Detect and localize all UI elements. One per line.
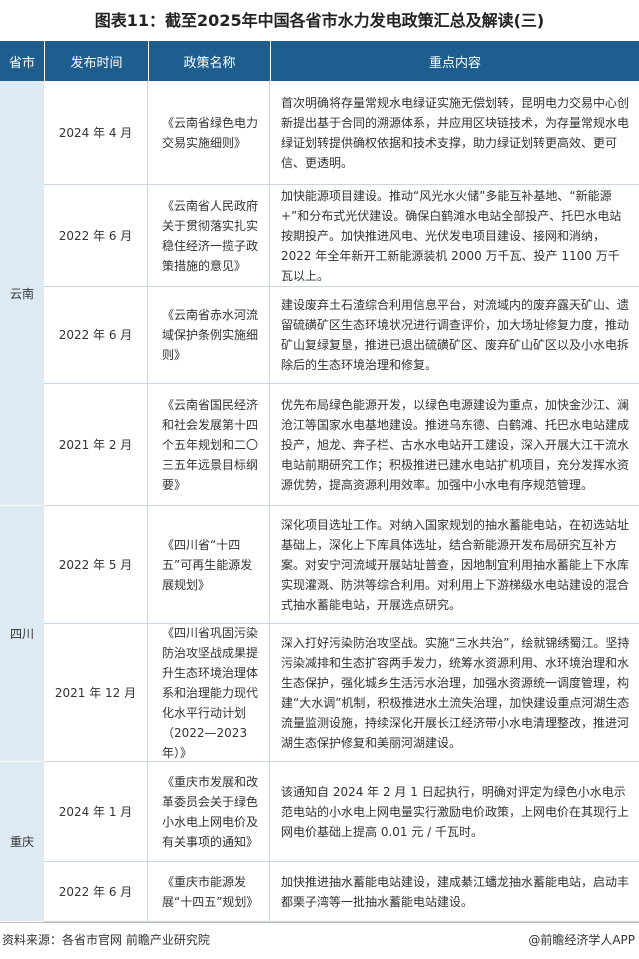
cell-policy-name: 《四川省巩固污染防治攻坚战成果提升生态环境治理体系和治理能力现代化水平行动计划（… [148, 624, 270, 761]
province-cell-sichuan: 四川 [0, 506, 44, 762]
province-cell-yunnan: 云南 [0, 81, 44, 506]
source-note: 资料来源：各省市官网 前瞻产业研究院 [2, 933, 210, 947]
cell-content: 加快推进抽水蓄能电站建设，建成綦江蟠龙抽水蓄能电站，启动丰都栗子湾等一批抽水蓄能… [281, 874, 630, 909]
footer: 资料来源：各省市官网 前瞻产业研究院 @前瞻经济学人APP [0, 922, 639, 959]
header-date: 发布时间 [70, 55, 123, 71]
cell-content: 优先布局绿色能源开发，以绿色电源建设为重点，加快金沙江、澜沧江等国家水电基地建设… [281, 397, 630, 492]
cell-date: 2021 年 12 月 [44, 624, 148, 761]
cell-content: 深化项目选址工作。对纳入国家规划的抽水蓄能电站，在初选站址基础上，深化上下库具体… [281, 517, 630, 612]
table-row: 2022 年 6 月 《云南省赤水河流域保护条例实施细则》 建设废弃土石渣综合利… [44, 287, 639, 384]
cell-policy-name: 《重庆市能源发展“十四五”规划》 [148, 862, 270, 921]
chart-title: 图表11：截至2025年中国各省市水力发电政策汇总及解读(三) [94, 11, 545, 30]
header-province: 省市 [8, 55, 35, 71]
cell-content: 首次明确将存量常规水电绿证实施无偿划转，昆明电力交易中心创新提出基于合同的溯源体… [281, 95, 630, 170]
header-name: 政策名称 [183, 55, 236, 71]
cell-date: 2024 年 4 月 [44, 81, 148, 184]
cell-policy-name: 《四川省“十四五”可再生能源发展规划》 [148, 506, 270, 623]
cell-policy-name: 《云南省国民经济和社会发展第十四个五年规划和二〇三五年远景目标纲要》 [148, 384, 270, 505]
cell-policy-name: 《云南省人民政府关于贯彻落实扎实稳住经济一揽子政策措施的意见》 [148, 185, 270, 286]
cell-policy-name: 《重庆市发展和改革委员会关于绿色小水电上网电价及有关事项的通知》 [148, 762, 270, 861]
cell-content: 深入打好污染防治攻坚战。实施“三水共治”，绘就锦绣蜀江。坚持污染减排和生态扩容两… [281, 635, 630, 750]
cell-date: 2022 年 6 月 [44, 287, 148, 383]
cell-policy-name: 《云南省赤水河流域保护条例实施细则》 [148, 287, 270, 383]
cell-content: 该通知自 2024 年 2 月 1 日起执行，明确对评定为绿色小水电示范电站的小… [281, 784, 630, 839]
cell-content: 加快能源项目建设。推动“风光水火储”多能互补基地、“新能源+”和分布式光伏建设。… [281, 188, 622, 283]
table-row: 2022 年 6 月 《重庆市能源发展“十四五”规划》 加快推进抽水蓄能电站建设… [44, 862, 639, 922]
header-content: 重点内容 [428, 55, 481, 71]
table-row: 2022 年 5 月 《四川省“十四五”可再生能源发展规划》 深化项目选址工作。… [44, 506, 639, 624]
table-row: 2024 年 1 月 《重庆市发展和改革委员会关于绿色小水电上网电价及有关事项的… [44, 762, 639, 862]
table-row: 2022 年 6 月 《云南省人民政府关于贯彻落实扎实稳住经济一揽子政策措施的意… [44, 185, 639, 287]
cell-date: 2024 年 1 月 [44, 762, 148, 861]
cell-date: 2022 年 6 月 [44, 185, 148, 286]
table-header: 省市 发布时间 政策名称 重点内容 [0, 41, 639, 81]
cell-date: 2022 年 6 月 [44, 862, 148, 921]
cell-date: 2022 年 5 月 [44, 506, 148, 623]
brand-credit: @前瞻经济学人APP [528, 933, 635, 947]
table-row: 2021 年 2 月 《云南省国民经济和社会发展第十四个五年规划和二〇三五年远景… [44, 384, 639, 506]
cell-content: 建设废弃土石渣综合利用信息平台，对流域内的废弃露天矿山、遗留硫磺矿区生态环境状况… [281, 298, 630, 372]
cell-policy-name: 《云南省绿色电力交易实施细则》 [148, 81, 270, 184]
province-cell-chongqing: 重庆 [0, 762, 44, 922]
cell-date: 2021 年 2 月 [44, 384, 148, 505]
table-row: 2021 年 12 月 《四川省巩固污染防治攻坚战成果提升生态环境治理体系和治理… [44, 624, 639, 762]
table-row: 2024 年 4 月 《云南省绿色电力交易实施细则》 首次明确将存量常规水电绿证… [44, 81, 639, 185]
